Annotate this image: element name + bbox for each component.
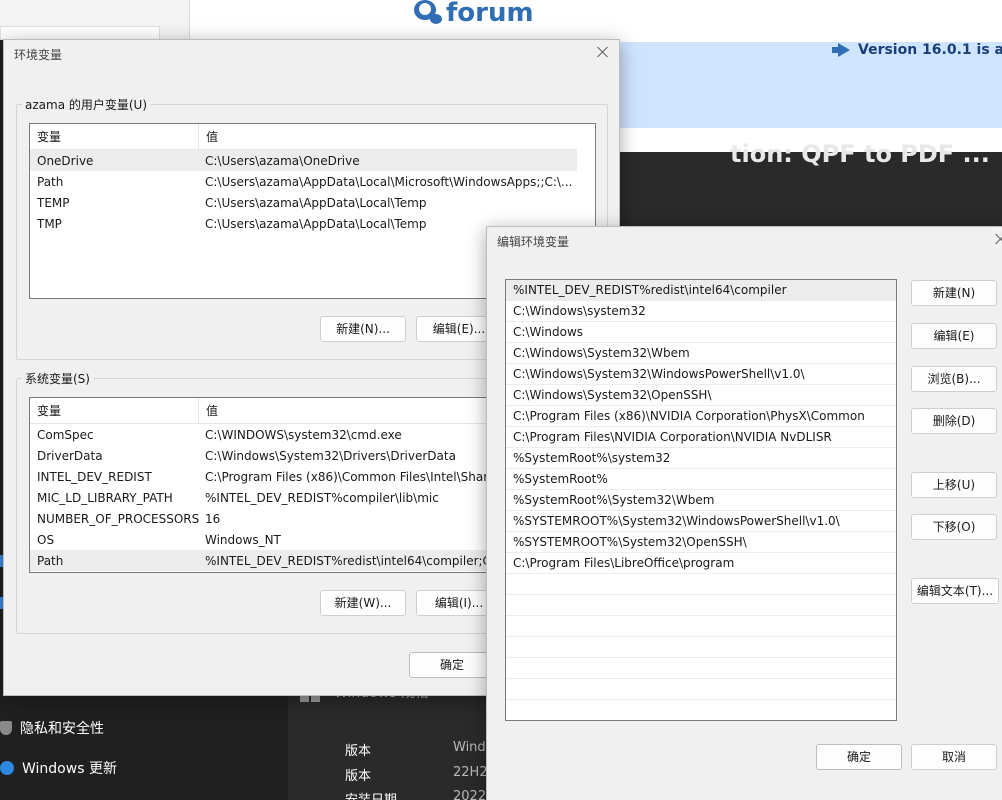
var-name: OS (37, 532, 55, 547)
list-item[interactable]: %SystemRoot%\system32 (506, 448, 896, 469)
forum-logo-text: forum (446, 0, 534, 28)
sidebar-item-label: Windows 更新 (22, 761, 117, 777)
user-vars-label: azama 的用户变量(U) (22, 96, 151, 113)
list-item[interactable]: C:\Program Files\LibreOffice\program (506, 553, 896, 574)
list-item[interactable] (506, 700, 896, 720)
sidebar-item-windows-update[interactable]: Windows 更新 (0, 758, 117, 778)
path-move-up-button[interactable]: 上移(U) (911, 472, 997, 498)
system-new-button[interactable]: 新建(W)... (320, 590, 406, 616)
var-name: OneDrive (37, 153, 94, 168)
list-item[interactable]: C:\Program Files (x86)\NVIDIA Corporatio… (506, 406, 896, 427)
chat-bubble-icon (410, 0, 442, 26)
spec-row-version: 版本 22H2 (345, 765, 488, 784)
list-item[interactable] (506, 616, 896, 637)
list-item[interactable] (506, 637, 896, 658)
shield-icon (0, 721, 12, 735)
table-row[interactable]: Path C:\Users\azama\AppData\Local\Microso… (30, 171, 595, 192)
var-name: Path (37, 174, 64, 189)
path-browse-button[interactable]: 浏览(B)... (911, 366, 997, 392)
edit-env-var-dialog: 编辑环境变量 %INTEL_DEV_REDIST%redist\intel64\… (486, 226, 1002, 800)
var-name: TEMP (37, 195, 70, 210)
var-value: C:\Users\azama\AppData\Local\Temp (205, 195, 427, 210)
table-row[interactable]: OneDrive C:\Users\azama\OneDrive (30, 150, 595, 171)
list-item[interactable]: %SystemRoot%\System32\Wbem (506, 490, 896, 511)
table-row[interactable]: TEMP C:\Users\azama\AppData\Local\Temp (30, 192, 595, 213)
list-item[interactable] (506, 595, 896, 616)
settings-search-strip (0, 26, 160, 40)
spec-row-edition: 版本 Windo (345, 740, 494, 759)
list-item[interactable] (506, 574, 896, 595)
path-delete-button[interactable]: 删除(D) (911, 408, 997, 434)
var-value: C:\Users\azama\OneDrive (205, 153, 360, 168)
env-ok-button[interactable]: 确定 (409, 652, 495, 678)
spec-key: 版本 (345, 744, 372, 759)
list-item[interactable]: C:\Windows (506, 322, 896, 343)
column-header-value[interactable]: 值 (199, 398, 218, 423)
list-item[interactable] (506, 658, 896, 679)
close-icon[interactable] (595, 44, 611, 60)
megaphone-icon (832, 43, 852, 57)
spec-key: 安装日期 (345, 789, 453, 800)
sidebar-item-label: 隐私和安全性 (20, 721, 104, 737)
version-banner-text: Version 16.0.1 is ava (858, 42, 1002, 58)
spec-value: 22H2 (453, 765, 488, 780)
var-value: C:\Users\azama\AppData\Local\Microsoft\W… (205, 174, 573, 189)
path-move-down-button[interactable]: 下移(O) (911, 514, 997, 540)
close-icon[interactable] (993, 231, 1002, 247)
var-name: ComSpec (37, 427, 94, 442)
version-banner: Version 16.0.1 is ava (620, 42, 1002, 128)
list-item[interactable]: C:\Program Files\NVIDIA Corporation\NVID… (506, 427, 896, 448)
list-item[interactable]: %SYSTEMROOT%\System32\OpenSSH\ (506, 532, 896, 553)
version-banner-message[interactable]: Version 16.0.1 is ava (832, 42, 1002, 58)
list-item[interactable]: %SYSTEMROOT%\System32\WindowsPowerShell\… (506, 511, 896, 532)
dialog-title: 编辑环境变量 (497, 235, 570, 249)
edit-cancel-button[interactable]: 取消 (911, 744, 997, 770)
list-item[interactable] (506, 679, 896, 700)
path-edit-text-button[interactable]: 编辑文本(T)... (911, 578, 999, 604)
path-edit-button[interactable]: 编辑(E) (911, 323, 997, 349)
path-new-button[interactable]: 新建(N) (911, 280, 997, 306)
list-item[interactable]: %INTEL_DEV_REDIST%redist\intel64\compile… (506, 280, 896, 301)
list-header: 变量 值 (30, 124, 595, 150)
var-name: TMP (37, 216, 62, 231)
article-title: tion: QPF to PDF ... (730, 140, 990, 168)
system-vars-label: 系统变量(S) (22, 370, 93, 387)
var-name: MIC_LD_LIBRARY_PATH (37, 490, 173, 505)
list-item[interactable]: C:\Windows\System32\Wbem (506, 343, 896, 364)
list-item[interactable]: C:\Windows\system32 (506, 301, 896, 322)
var-name: DriverData (37, 448, 103, 463)
dialog-title: 环境变量 (14, 48, 63, 62)
column-header-variable[interactable]: 变量 (30, 124, 199, 149)
var-name: Path (37, 553, 64, 568)
path-entries-list[interactable]: %INTEL_DEV_REDIST%redist\intel64\compile… (505, 279, 897, 721)
update-icon (0, 761, 14, 775)
sidebar-item-privacy[interactable]: 隐私和安全性 (0, 718, 104, 738)
list-item[interactable]: C:\Windows\System32\WindowsPowerShell\v1… (506, 364, 896, 385)
spec-key: 版本 (345, 769, 372, 784)
settings-window-top (0, 0, 190, 40)
user-new-button[interactable]: 新建(N)... (320, 316, 406, 342)
column-header-value[interactable]: 值 (199, 124, 218, 149)
list-item[interactable]: C:\Windows\System32\OpenSSH\ (506, 385, 896, 406)
forum-logo[interactable]: forum (410, 0, 534, 26)
var-name: NUMBER_OF_PROCESSORS (37, 511, 199, 526)
edit-ok-button[interactable]: 确定 (816, 744, 902, 770)
var-name: INTEL_DEV_REDIST (37, 469, 152, 484)
settings-sidebar (0, 696, 288, 800)
column-header-variable[interactable]: 变量 (30, 398, 199, 423)
list-item[interactable]: %SystemRoot% (506, 469, 896, 490)
